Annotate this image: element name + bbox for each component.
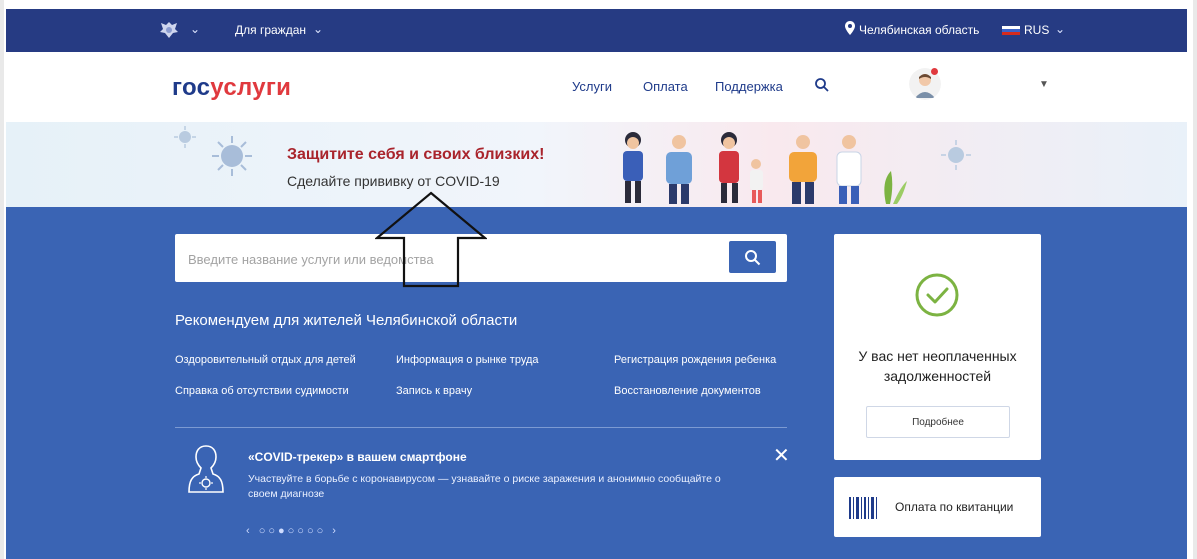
virus-icon — [174, 126, 196, 148]
chevron-down-icon[interactable]: ⌄ — [1055, 22, 1065, 36]
virus-icon — [941, 140, 971, 170]
virus-icon — [212, 136, 252, 176]
profile-dropdown-caret-icon[interactable]: ▼ — [1039, 79, 1049, 90]
nav-services[interactable]: Услуги — [572, 79, 612, 94]
annotation-arrow-icon — [375, 191, 487, 288]
check-circle-icon — [915, 273, 959, 317]
search-icon — [745, 250, 761, 266]
recommendation-link[interactable]: Информация о рынке труда — [396, 354, 539, 366]
receipt-payment-card[interactable]: Оплата по квитанции — [834, 477, 1041, 537]
for-citizens-menu[interactable]: Для граждан — [235, 23, 306, 37]
barcode-icon — [849, 497, 877, 519]
banner-title: Защитите себя и своих близких! — [287, 146, 545, 163]
no-debts-message: У вас нет неоплаченных задолженностей — [858, 348, 1017, 384]
carousel-pager[interactable]: ‹ ○○●○○○○ › — [246, 525, 339, 537]
logo-part-gos: гос — [172, 74, 211, 101]
notification-dot — [931, 68, 938, 75]
covid-tracker-person-icon — [188, 445, 224, 493]
recommendation-link[interactable]: Запись к врачу — [396, 385, 472, 397]
banner-subtitle: Сделайте прививку от COVID-19 — [287, 173, 500, 189]
main-section: Рекомендуем для жителей Челябинской обла… — [6, 207, 1187, 559]
covid-tracker-title[interactable]: «COVID-трекер» в вашем смартфоне — [248, 450, 467, 464]
recommendation-link[interactable]: Справка об отсутствии судимости — [175, 385, 349, 397]
page-frame-right — [1193, 0, 1197, 559]
covid-vaccination-banner[interactable]: Защитите себя и своих близких! Сделайте … — [6, 122, 1187, 207]
covid-tracker-description: Участвуйте в борьбе с коронавирусом — уз… — [248, 473, 721, 500]
search-icon[interactable] — [814, 77, 830, 93]
chevron-down-icon[interactable]: ⌄ — [190, 22, 200, 36]
nav-support[interactable]: Поддержка — [715, 79, 783, 94]
chevron-down-icon[interactable]: ⌄ — [313, 22, 323, 36]
main-header: госуслуги Услуги Оплата Поддержка ▼ — [6, 52, 1187, 122]
receipt-payment-label: Оплата по квитанции — [895, 500, 1014, 514]
debt-status-card: У вас нет неоплаченных задолженностей По… — [834, 234, 1041, 460]
location-pin-icon — [845, 21, 855, 35]
close-icon[interactable]: ✕ — [773, 443, 790, 468]
details-button[interactable]: Подробнее — [866, 406, 1010, 438]
russian-flag-icon — [1002, 26, 1020, 35]
section-divider — [175, 427, 787, 428]
recommendation-link[interactable]: Восстановление документов — [614, 385, 761, 397]
language-selector[interactable]: RUS — [1024, 23, 1049, 37]
coat-of-arms-icon[interactable] — [158, 20, 180, 40]
gosuslugi-logo[interactable]: госуслуги — [172, 74, 291, 102]
search-button[interactable] — [729, 241, 776, 273]
page-frame-left — [0, 0, 4, 559]
recommendations-title: Рекомендуем для жителей Челябинской обла… — [175, 312, 518, 329]
nav-payment[interactable]: Оплата — [643, 79, 688, 94]
recommendation-link[interactable]: Оздоровительный отдых для детей — [175, 354, 356, 366]
family-illustration — [623, 132, 907, 204]
recommendation-link[interactable]: Регистрация рождения ребенка — [614, 354, 776, 366]
logo-part-uslugi: услуги — [210, 74, 292, 101]
region-selector[interactable]: Челябинская область — [859, 23, 979, 37]
top-bar: ⌄ Для граждан ⌄ Челябинская область RUS … — [6, 9, 1187, 52]
